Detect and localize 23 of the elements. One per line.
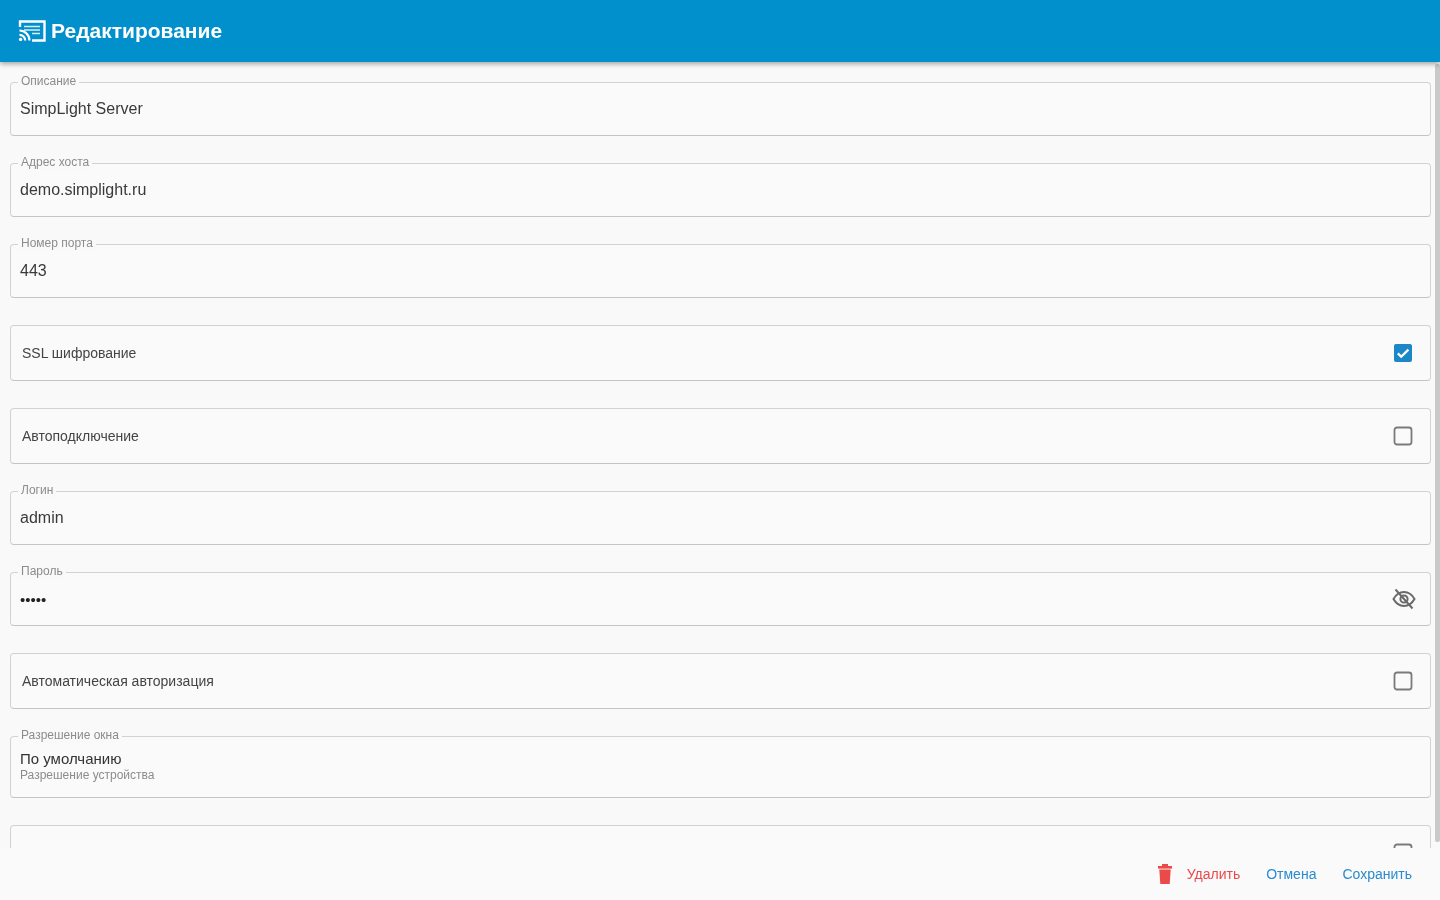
checkbox[interactable] [1393,426,1413,446]
checkbox-label: SSL шифрование [22,345,137,361]
checkbox-row[interactable]: SSL шифрование [10,325,1431,381]
checkbox-row[interactable]: Автоматическая авторизация [10,653,1431,709]
action-button[interactable]: Удалить [1149,858,1249,890]
app-title: Редактирование [51,18,223,44]
action-button[interactable]: Сохранить [1334,860,1420,888]
field-label: Разрешение окна [18,728,122,743]
checkbox[interactable] [1393,671,1413,691]
trash-icon [1157,864,1172,884]
action-button[interactable]: Отмена [1258,860,1325,888]
checkbox-label: Автоматическая авторизация [22,673,214,689]
checkbox[interactable] [1393,343,1413,363]
field-label: Номер порта [18,236,96,251]
eye-slash-icon[interactable] [1392,587,1416,611]
checkbox-row[interactable]: Автоподключение [10,408,1431,464]
checkbox-label: Автоподключение [22,428,139,444]
field-label: Адрес хоста [18,155,93,170]
helper-text: Разрешение устройства [20,768,155,783]
scrollbar[interactable] [1435,64,1440,842]
field-label: Пароль [18,564,66,579]
selected-option: По умолчанию [20,750,122,768]
cast-icon [18,19,46,43]
